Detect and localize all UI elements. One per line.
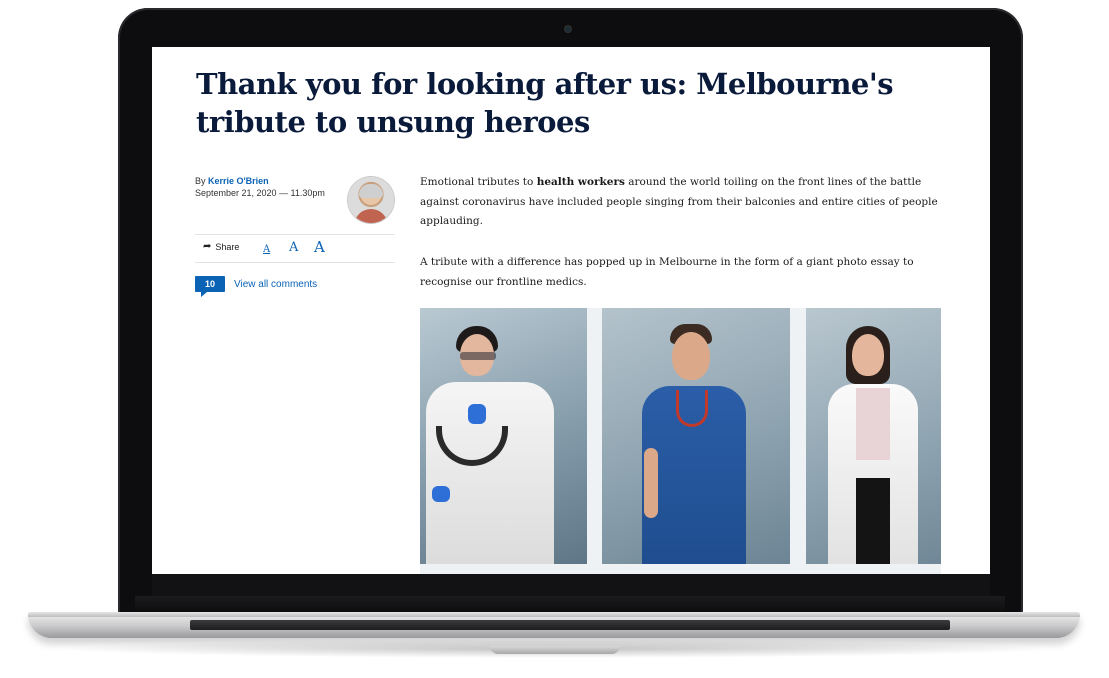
figure-pants <box>856 478 890 564</box>
figure-head <box>672 332 710 380</box>
publish-date: September 21, 2020 — 11.30pm <box>195 188 325 198</box>
avatar-shoulders <box>354 209 388 223</box>
screen-bottom-bezel <box>152 574 990 596</box>
paragraph-text: Emotional tributes to <box>420 176 537 188</box>
share-arrow-icon: ➦ <box>203 241 212 252</box>
webcam <box>565 26 571 32</box>
figure-glasses <box>460 352 496 360</box>
author-avatar[interactable] <box>348 177 394 223</box>
figure-arm <box>644 448 658 518</box>
comment-count: 10 <box>204 279 215 289</box>
paragraph-bold-text: health workers <box>536 176 625 188</box>
byline-prefix: By <box>195 176 209 186</box>
byline: By Kerrie O'Brien September 21, 2020 — 1… <box>195 175 325 199</box>
article-paragraph: A tribute with a difference has popped u… <box>420 256 914 288</box>
photo-panel <box>602 308 790 564</box>
author-link[interactable]: Kerrie O'Brien <box>208 176 269 186</box>
hero-photo <box>420 308 941 574</box>
figure-glove <box>432 486 450 502</box>
view-comments-link[interactable]: View all comments <box>234 279 317 290</box>
figure-stethoscope <box>676 390 708 427</box>
photo-panel <box>420 308 587 564</box>
font-size-large-button[interactable]: A <box>314 238 325 256</box>
laptop-base-lip <box>28 612 1080 617</box>
keyboard-strip <box>190 620 950 630</box>
article-headline: Thank you for looking after us: Melbourn… <box>196 67 894 139</box>
share-label: Share <box>215 241 240 252</box>
avatar-hair <box>359 184 383 198</box>
browser-viewport: Thank you for looking after us: Melbourn… <box>152 47 990 574</box>
trackpad-notch <box>490 646 620 654</box>
divider <box>195 262 395 263</box>
figure-glove <box>468 404 486 424</box>
share-button[interactable]: ➦ Share <box>203 241 239 252</box>
divider <box>195 234 395 235</box>
photo-panel <box>806 308 941 564</box>
figure-head <box>852 334 884 376</box>
comment-count-badge[interactable]: 10 <box>195 276 225 297</box>
article-paragraph: Emotional tributes to health workers aro… <box>420 173 940 232</box>
font-size-medium-button[interactable]: A <box>289 240 298 255</box>
font-size-small-button[interactable]: A <box>263 244 270 255</box>
figure-coat <box>426 382 554 564</box>
figure-blouse <box>856 388 890 460</box>
